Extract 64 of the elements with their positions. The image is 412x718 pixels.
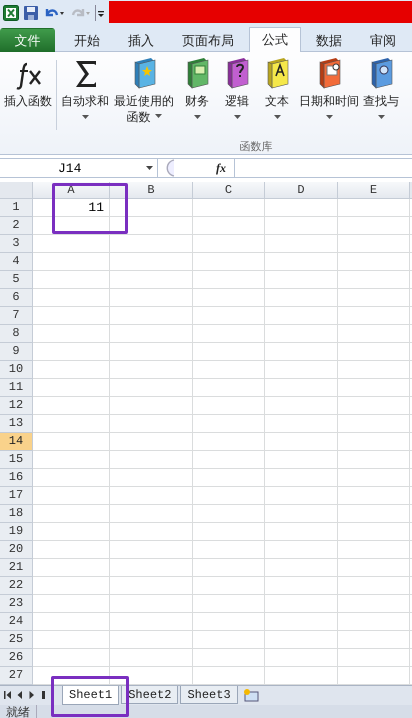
- dropdown-caret-icon[interactable]: [146, 166, 153, 170]
- split-handle-icon[interactable]: [40, 691, 48, 699]
- sheet-tab[interactable]: Sheet2: [121, 686, 178, 704]
- row-header[interactable]: 26: [0, 649, 33, 667]
- previous-sheet-icon[interactable]: [16, 691, 24, 699]
- row-header[interactable]: 16: [0, 469, 33, 487]
- sheet-tab[interactable]: Sheet1: [62, 686, 120, 705]
- ribbon-button[interactable]: 逻辑: [217, 56, 257, 122]
- row-header[interactable]: 13: [0, 415, 33, 433]
- ribbon-button[interactable]: 插入函数: [2, 56, 54, 109]
- ribbon-tab[interactable]: 公式: [249, 27, 301, 52]
- row-header[interactable]: 1: [0, 199, 33, 217]
- row-header[interactable]: 23: [0, 595, 33, 613]
- table-cell-text: 11: [87, 199, 105, 217]
- row-header[interactable]: 5: [0, 271, 33, 289]
- ribbon-button[interactable]: 文本: [257, 56, 297, 122]
- ribbon-tab[interactable]: 页面布局: [169, 28, 247, 52]
- ribbon-tab[interactable]: 开始: [61, 28, 113, 52]
- ribbon-tab[interactable]: 插入: [115, 28, 167, 52]
- row-header[interactable]: 19: [0, 523, 33, 541]
- column-header[interactable]: E: [338, 182, 410, 199]
- ribbon-tab[interactable]: 审阅: [357, 28, 409, 52]
- row-header[interactable]: 2: [0, 217, 33, 235]
- row-header[interactable]: 12: [0, 397, 33, 415]
- row-header[interactable]: 17: [0, 487, 33, 505]
- insert-function-button[interactable]: fx: [208, 160, 234, 176]
- name-box[interactable]: J14: [0, 159, 158, 177]
- row-header[interactable]: 21: [0, 559, 33, 577]
- ribbon-tab[interactable]: 数据: [303, 28, 355, 52]
- ribbon-button[interactable]: 最近使用的函数: [111, 56, 177, 125]
- row-header[interactable]: 25: [0, 631, 33, 649]
- new-sheet-icon[interactable]: [242, 688, 260, 702]
- status-text: 就绪: [6, 705, 37, 718]
- column-header[interactable]: C: [193, 182, 265, 199]
- row-header[interactable]: 24: [0, 613, 33, 631]
- row-header[interactable]: 3: [0, 235, 33, 253]
- row-header[interactable]: 11: [0, 379, 33, 397]
- row-header[interactable]: 14: [0, 433, 33, 451]
- ribbon-button[interactable]: 自动求和: [59, 56, 111, 122]
- save-icon[interactable]: [23, 4, 39, 20]
- next-sheet-icon[interactable]: [28, 691, 36, 699]
- column-header[interactable]: B: [110, 182, 193, 199]
- cell-reference: J14: [58, 160, 82, 176]
- row-header[interactable]: 10: [0, 361, 33, 379]
- row-header[interactable]: 7: [0, 307, 33, 325]
- ribbon-button[interactable]: 日期和时间: [297, 56, 361, 122]
- row-header[interactable]: 27: [0, 667, 33, 685]
- sheet-tab[interactable]: Sheet3: [180, 686, 238, 704]
- row-header[interactable]: 6: [0, 289, 33, 307]
- row-header[interactable]: 9: [0, 343, 33, 361]
- group-label: 函数库: [238, 140, 274, 154]
- row-header[interactable]: 22: [0, 577, 33, 595]
- first-sheet-icon[interactable]: [4, 691, 12, 699]
- customize-icon[interactable]: [95, 4, 105, 20]
- ribbon-button[interactable]: 查找与: [361, 56, 401, 122]
- row-header[interactable]: 8: [0, 325, 33, 343]
- row-header[interactable]: 20: [0, 541, 33, 559]
- row-header[interactable]: 18: [0, 505, 33, 523]
- row-header[interactable]: 15: [0, 451, 33, 469]
- excel-icon[interactable]: [3, 4, 19, 20]
- column-header[interactable]: D: [265, 182, 338, 199]
- file-tab[interactable]: 文件: [0, 28, 55, 52]
- ribbon-button[interactable]: 财务: [177, 56, 217, 122]
- row-header[interactable]: 4: [0, 253, 33, 271]
